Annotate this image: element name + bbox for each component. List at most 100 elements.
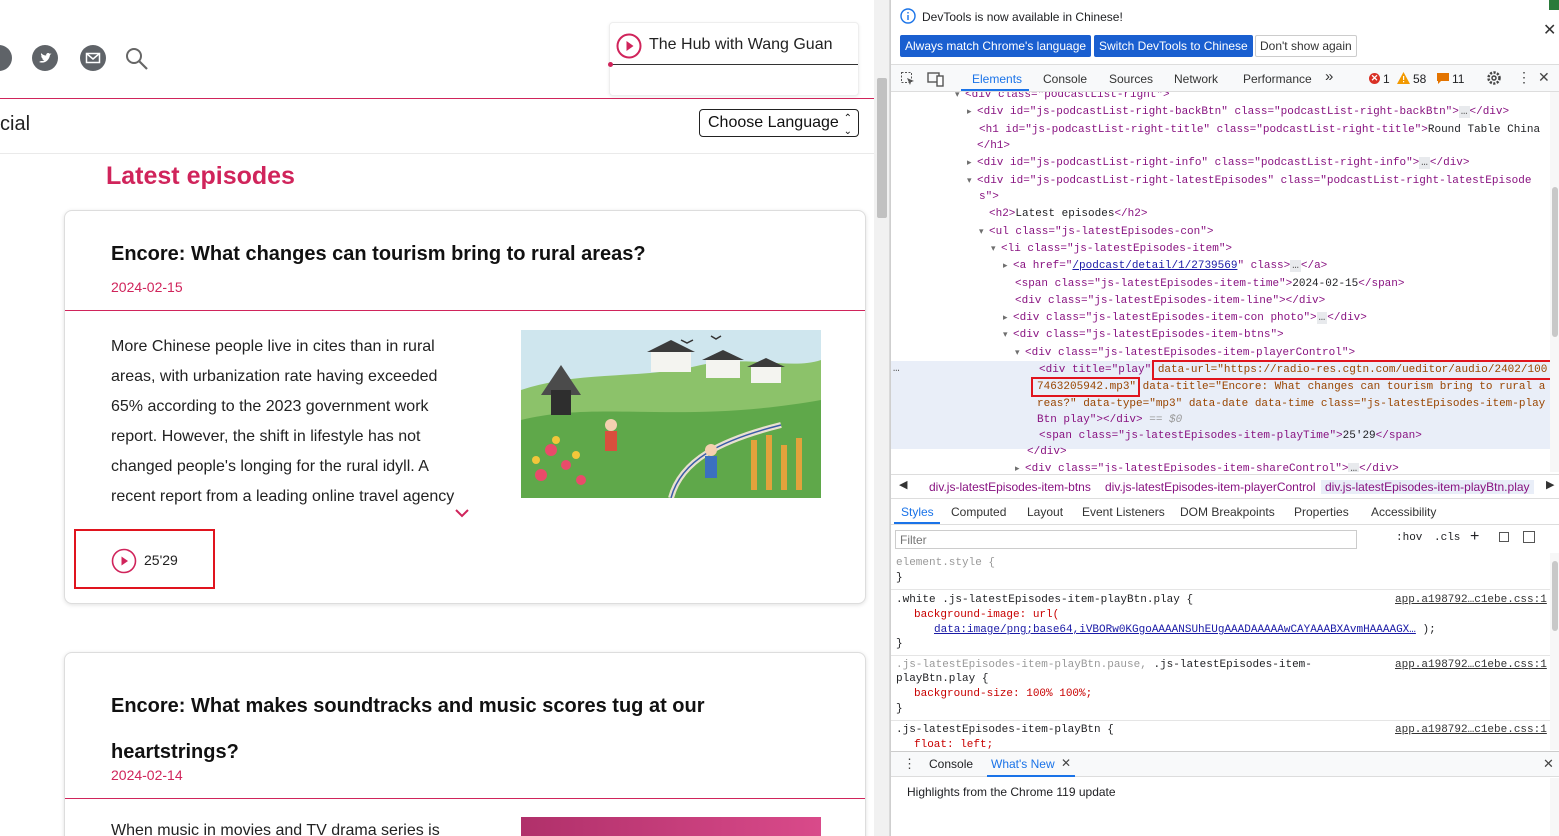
drawer-menu-icon[interactable]: ⋮	[903, 756, 916, 772]
add-rule-icon[interactable]: +	[1470, 528, 1479, 546]
css-source-link[interactable]: app.a198792…c1ebe.css:1	[1395, 658, 1547, 672]
sidebar-toggle-icon[interactable]	[1523, 531, 1535, 543]
dom-node[interactable]: ▾ <li class="js-latestEpisodes-item">	[991, 241, 1232, 258]
hov-toggle[interactable]: :hov	[1396, 532, 1422, 544]
css-selector[interactable]: .js-latestEpisodes-item-	[1153, 659, 1311, 671]
tab-elements[interactable]: Elements	[972, 70, 1022, 88]
subtab-styles[interactable]: Styles	[901, 505, 934, 519]
kebab-menu-icon[interactable]: ⋮	[1517, 69, 1531, 86]
hub-progress-dot[interactable]	[608, 62, 613, 67]
ellipsis-badge[interactable]: …	[1458, 106, 1470, 118]
breadcrumb-scroll-right[interactable]: ▶	[1546, 478, 1554, 491]
dom-node[interactable]: ▸ <a href="/podcast/detail/1/2739569" cla…	[1003, 258, 1327, 275]
dom-scrollbar-thumb[interactable]	[1552, 187, 1558, 337]
subtab-computed[interactable]: Computed	[951, 505, 1006, 519]
paint-icon[interactable]	[1499, 532, 1509, 542]
inspect-element-icon[interactable]	[900, 71, 916, 87]
drawer-tab-close-icon[interactable]: ✕	[1061, 756, 1071, 770]
drawer-scrollbar[interactable]	[1550, 778, 1559, 836]
dom-link[interactable]: /podcast/detail/1/2739569	[1072, 260, 1237, 272]
dom-node[interactable]: <div class="js-latestEpisodes-item-line"…	[1015, 293, 1325, 310]
email-icon[interactable]	[80, 45, 106, 71]
error-icon[interactable]: ✕	[1369, 73, 1380, 84]
dom-node[interactable]: <span class="js-latestEpisodes-item-time…	[1015, 276, 1404, 293]
ellipsis-badge[interactable]: …	[1348, 463, 1360, 472]
dom-node[interactable]: ▾ <ul class="js-latestEpisodes-con">	[979, 224, 1213, 241]
dom-node[interactable]: ▸ <div class="js-latestEpisodes-item-shar…	[1015, 461, 1399, 472]
node-actions-ellipsis[interactable]: …	[893, 363, 900, 375]
ellipsis-badge[interactable]: …	[1419, 157, 1430, 169]
facebook-icon[interactable]	[0, 45, 12, 71]
subtab-dom-breakpoints[interactable]: DOM Breakpoints	[1180, 505, 1275, 519]
breadcrumb-scroll-left[interactable]: ◀	[899, 478, 907, 491]
subtab-layout[interactable]: Layout	[1027, 505, 1063, 519]
device-toggle-icon[interactable]	[927, 71, 945, 87]
drawer-tab-whats-new[interactable]: What's New	[991, 757, 1055, 771]
breadcrumb-item[interactable]: div.js-latestEpisodes-item-playBtn.play	[1321, 480, 1534, 494]
styles-scrollbar[interactable]	[1550, 553, 1559, 750]
dom-node[interactable]: ▾ <div id="js-podcastList-right-latestEpi…	[967, 173, 1532, 190]
dom-node[interactable]: reas?" data-type="mp3" data-date data-ti…	[1037, 396, 1545, 413]
ellipsis-badge[interactable]: …	[1290, 260, 1301, 272]
css-source-link[interactable]: app.a198792…c1ebe.css:1	[1395, 723, 1547, 737]
dom-node[interactable]: ▸ <div class="js-latestEpisodes-item-con …	[1003, 310, 1367, 327]
tab-network[interactable]: Network	[1174, 70, 1218, 88]
close-devtools-icon[interactable]: ✕	[1538, 69, 1550, 86]
more-tabs-button[interactable]: »	[1325, 68, 1333, 86]
dom-node[interactable]: <span class="js-latestEpisodes-item-play…	[1039, 428, 1422, 445]
warning-icon[interactable]	[1397, 72, 1410, 84]
ellipsis-badge[interactable]: …	[1316, 312, 1328, 324]
subtab-accessibility[interactable]: Accessibility	[1371, 505, 1436, 519]
breadcrumb-item[interactable]: div.js-latestEpisodes-item-btns	[929, 480, 1091, 494]
settings-gear-icon[interactable]	[1486, 70, 1502, 86]
dom-node[interactable]: Btn play"></div> == $0	[1037, 412, 1182, 429]
scrollbar-thumb[interactable]	[877, 78, 887, 218]
error-count[interactable]: 1	[1383, 72, 1390, 86]
nav-item-partial[interactable]: cial	[0, 113, 30, 136]
dom-scrollbar[interactable]	[1550, 92, 1559, 472]
css-property[interactable]: background-image: url(	[914, 609, 1059, 621]
styles-scrollbar-thumb[interactable]	[1552, 561, 1558, 631]
cls-toggle[interactable]: .cls	[1434, 532, 1460, 544]
issues-count[interactable]: 11	[1452, 72, 1464, 86]
dom-node[interactable]: <h2>Latest episodes</h2>	[989, 206, 1147, 223]
css-selector[interactable]: playBtn.play {	[896, 672, 988, 686]
warning-count[interactable]: 58	[1413, 72, 1426, 86]
css-selector[interactable]: .js-latestEpisodes-item-playBtn {	[896, 723, 1114, 737]
tab-sources[interactable]: Sources	[1109, 70, 1153, 88]
expand-chevron-icon[interactable]	[454, 507, 470, 519]
episode-title-link[interactable]: Encore: What makes soundtracks and music…	[111, 683, 705, 775]
twitter-icon[interactable]	[32, 45, 58, 71]
dom-node[interactable]: ▾ <div class="podcastList-right">	[955, 92, 1170, 104]
episode-illustration[interactable]	[521, 817, 821, 836]
dom-node[interactable]: ▸ <div id="js-podcastList-right-info" cla…	[967, 155, 1470, 172]
dont-show-button[interactable]: Don't show again	[1255, 35, 1357, 57]
dom-node[interactable]: s">	[979, 189, 999, 206]
dom-node[interactable]: ▸ <div id="js-podcastList-right-backBtn" …	[967, 104, 1509, 121]
css-value-link[interactable]: data:image/png;base64,iVBORw0KGgoAAAANSU…	[934, 624, 1416, 636]
hub-player-box[interactable]: The Hub with Wang Guan	[608, 22, 859, 96]
search-icon[interactable]	[124, 46, 150, 72]
css-selector[interactable]: .js-latestEpisodes-item-playBtn.pause,	[896, 659, 1147, 671]
page-scrollbar[interactable]	[874, 0, 890, 836]
css-property[interactable]: float: left;	[914, 738, 993, 750]
issues-icon[interactable]	[1437, 73, 1449, 84]
episode-illustration[interactable]	[521, 330, 821, 498]
drawer-tab-console[interactable]: Console	[929, 757, 973, 771]
css-selector[interactable]: .white .js-latestEpisodes-item-playBtn.p…	[896, 593, 1193, 607]
dom-node[interactable]: <h1 id="js-podcastList-right-title" clas…	[979, 122, 1540, 139]
always-match-button[interactable]: Always match Chrome's language	[900, 35, 1092, 57]
css-property[interactable]: background-size: 100% 100%;	[914, 687, 1092, 701]
css-selector[interactable]: element.style {	[896, 556, 995, 570]
close-icon[interactable]: ✕	[1543, 20, 1556, 40]
styles-filter-input[interactable]	[895, 530, 1357, 549]
tab-console[interactable]: Console	[1043, 70, 1087, 88]
css-source-link[interactable]: app.a198792…c1ebe.css:1	[1395, 593, 1547, 607]
dom-node[interactable]: </h1>	[977, 138, 1010, 155]
episode-title-link[interactable]: Encore: What changes can tourism bring t…	[111, 243, 646, 266]
subtab-properties[interactable]: Properties	[1294, 505, 1349, 519]
subtab-event-listeners[interactable]: Event Listeners	[1082, 505, 1165, 519]
tab-performance[interactable]: Performance	[1243, 70, 1312, 88]
switch-devtools-button[interactable]: Switch DevTools to Chinese	[1094, 35, 1253, 57]
dom-node[interactable]: </div>	[1027, 444, 1067, 461]
